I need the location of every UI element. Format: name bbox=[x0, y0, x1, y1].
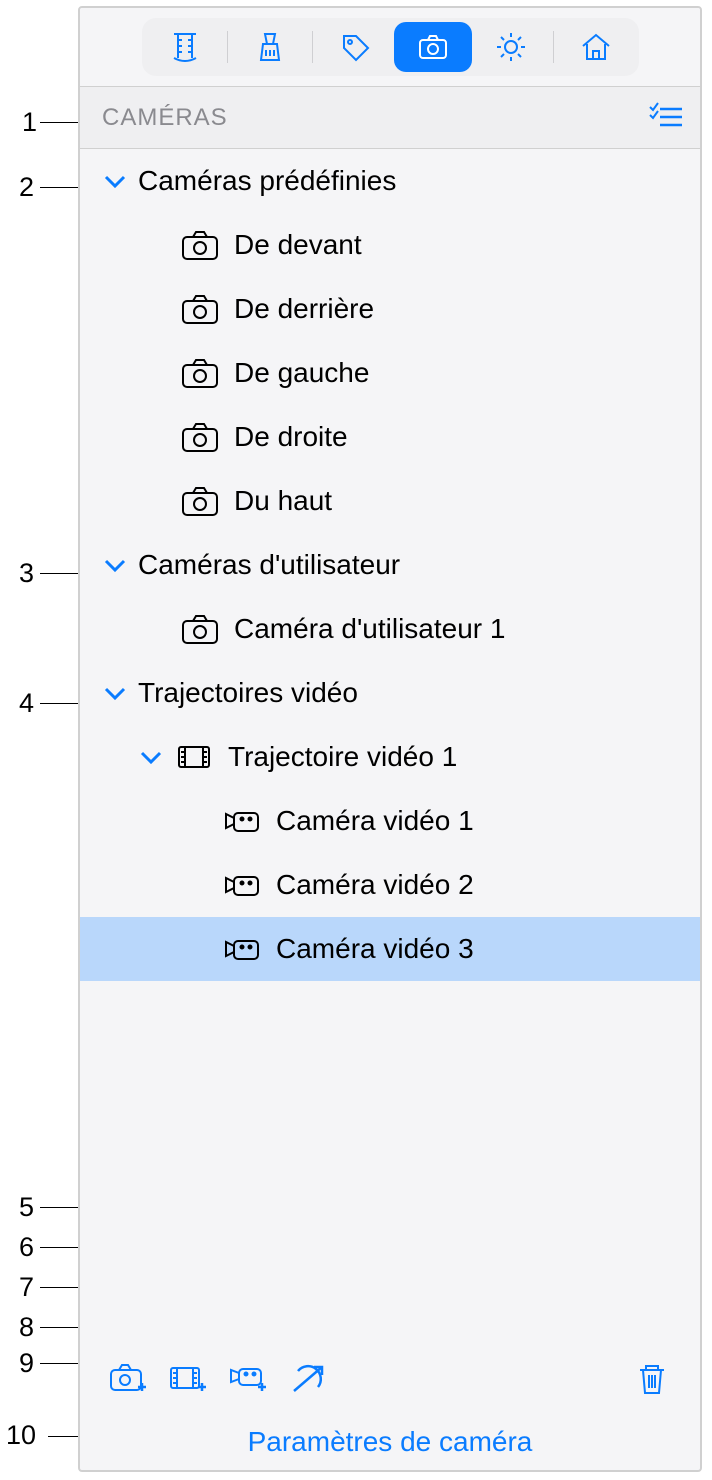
callout-7: 7 bbox=[19, 1272, 34, 1303]
toolbar-container bbox=[142, 18, 639, 76]
group-video[interactable]: Trajectoires vidéo bbox=[80, 661, 700, 725]
toolbar-separator bbox=[227, 31, 228, 63]
callout-8: 8 bbox=[19, 1312, 34, 1343]
group-label: Caméras d'utilisateur bbox=[138, 549, 400, 581]
video-camera-label: Caméra vidéo 1 bbox=[276, 805, 474, 837]
top-toolbar bbox=[80, 8, 700, 86]
tag-tool-button[interactable] bbox=[316, 22, 394, 72]
callout-6: 6 bbox=[19, 1232, 34, 1263]
brush-tool-button[interactable] bbox=[231, 22, 309, 72]
chevron-down-icon bbox=[138, 744, 164, 770]
list-options-button[interactable] bbox=[648, 99, 684, 136]
camera-tool-button[interactable] bbox=[394, 22, 472, 72]
camera-item[interactable]: De droite bbox=[80, 405, 700, 469]
camera-icon bbox=[180, 228, 220, 262]
house-tool-button[interactable] bbox=[557, 22, 635, 72]
video-camera-icon bbox=[222, 804, 262, 838]
bottom-toolbar bbox=[80, 1348, 700, 1410]
camera-label: De derrière bbox=[234, 293, 374, 325]
video-camera-label: Caméra vidéo 3 bbox=[276, 933, 474, 965]
chevron-down-icon bbox=[102, 680, 128, 706]
video-path-label: Trajectoire vidéo 1 bbox=[228, 741, 457, 773]
toolbar-separator bbox=[553, 31, 554, 63]
camera-item[interactable]: De derrière bbox=[80, 277, 700, 341]
callout-2: 2 bbox=[19, 172, 34, 203]
callout-10: 10 bbox=[6, 1420, 36, 1451]
video-path-item[interactable]: Trajectoire vidéo 1 bbox=[80, 725, 700, 789]
camera-item[interactable]: De gauche bbox=[80, 341, 700, 405]
video-camera-item[interactable]: Caméra vidéo 2 bbox=[80, 853, 700, 917]
group-user[interactable]: Caméras d'utilisateur bbox=[80, 533, 700, 597]
restore-camera-button[interactable] bbox=[278, 1354, 338, 1404]
add-camera-button[interactable] bbox=[98, 1354, 158, 1404]
video-camera-item-selected[interactable]: Caméra vidéo 3 bbox=[80, 917, 700, 981]
camera-label: De devant bbox=[234, 229, 362, 261]
group-label: Trajectoires vidéo bbox=[138, 677, 358, 709]
camera-panel: CAMÉRAS Caméras prédéfinies De devant De… bbox=[78, 6, 702, 1472]
camera-icon bbox=[180, 356, 220, 390]
light-tool-button[interactable] bbox=[472, 22, 550, 72]
camera-item[interactable]: De devant bbox=[80, 213, 700, 277]
callout-4: 4 bbox=[19, 688, 34, 719]
toolbar-separator bbox=[312, 31, 313, 63]
add-video-path-button[interactable] bbox=[158, 1354, 218, 1404]
camera-tree: Caméras prédéfinies De devant De derrièr… bbox=[80, 149, 700, 981]
film-icon bbox=[174, 740, 214, 774]
video-camera-label: Caméra vidéo 2 bbox=[276, 869, 474, 901]
camera-settings-link[interactable]: Paramètres de caméra bbox=[80, 1426, 700, 1458]
camera-icon bbox=[180, 484, 220, 518]
camera-item[interactable]: Caméra d'utilisateur 1 bbox=[80, 597, 700, 661]
callout-5: 5 bbox=[19, 1192, 34, 1223]
measure-tool-button[interactable] bbox=[146, 22, 224, 72]
camera-icon bbox=[180, 420, 220, 454]
camera-item[interactable]: Du haut bbox=[80, 469, 700, 533]
delete-button[interactable] bbox=[622, 1354, 682, 1404]
chevron-down-icon bbox=[102, 168, 128, 194]
video-camera-item[interactable]: Caméra vidéo 1 bbox=[80, 789, 700, 853]
callout-9: 9 bbox=[19, 1348, 34, 1379]
camera-label: Caméra d'utilisateur 1 bbox=[234, 613, 505, 645]
camera-icon bbox=[180, 292, 220, 326]
video-camera-icon bbox=[222, 932, 262, 966]
callout-1: 1 bbox=[22, 107, 37, 138]
section-title: CAMÉRAS bbox=[102, 104, 228, 132]
section-header: CAMÉRAS bbox=[80, 86, 700, 149]
add-video-camera-button[interactable] bbox=[218, 1354, 278, 1404]
camera-label: De gauche bbox=[234, 357, 369, 389]
group-predefined[interactable]: Caméras prédéfinies bbox=[80, 149, 700, 213]
video-camera-icon bbox=[222, 868, 262, 902]
camera-icon bbox=[180, 612, 220, 646]
callout-3: 3 bbox=[19, 558, 34, 589]
camera-label: De droite bbox=[234, 421, 348, 453]
group-label: Caméras prédéfinies bbox=[138, 165, 396, 197]
camera-label: Du haut bbox=[234, 485, 332, 517]
chevron-down-icon bbox=[102, 552, 128, 578]
